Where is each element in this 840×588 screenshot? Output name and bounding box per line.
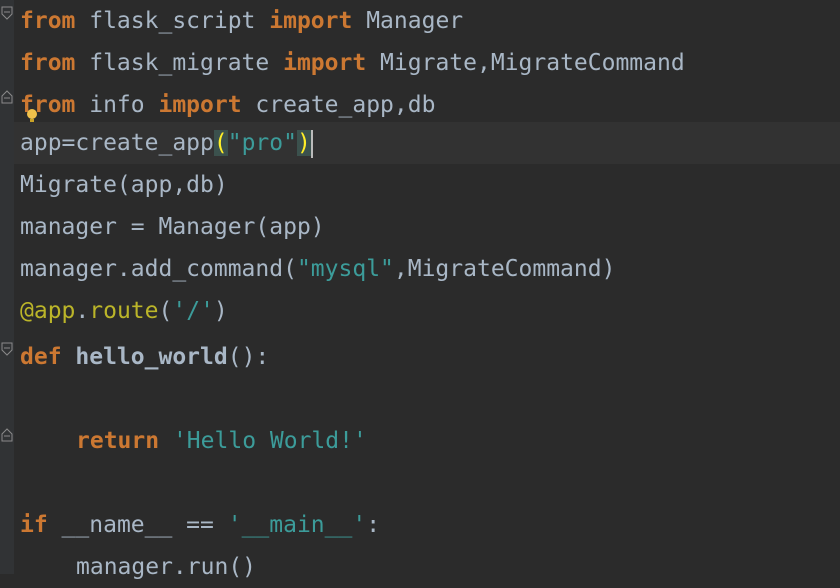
paren: ( [213, 130, 228, 156]
module-name: flask_script [75, 8, 270, 34]
paren: ( [158, 298, 173, 324]
keyword: import [158, 92, 242, 118]
dot: . [75, 298, 90, 324]
code-line-9[interactable]: def hello_world(): [20, 336, 269, 378]
code-line-11[interactable]: return 'Hello World!' [76, 420, 367, 462]
paren: ) [296, 130, 311, 156]
code-line-5[interactable]: Migrate(app,db) [20, 164, 228, 206]
function-signature: (): [227, 344, 270, 370]
code-line-14[interactable]: manager.run() [76, 546, 256, 588]
code-line-1[interactable]: from flask_script import Manager [20, 0, 463, 42]
paren: ) [213, 298, 228, 324]
code-line-4[interactable]: app=create_app("pro") [20, 122, 313, 164]
decorator-at: @ [20, 298, 34, 324]
keyword: return [76, 428, 160, 454]
module-name: info [75, 92, 159, 118]
keyword: def [20, 344, 62, 370]
code-line-3[interactable]: from info import create_app,db [20, 84, 435, 126]
string-literal: "pro" [227, 130, 297, 156]
keyword: import [283, 50, 367, 76]
keyword: from [20, 8, 76, 34]
string-literal: '/' [172, 298, 214, 324]
import-names: create_app,db [241, 92, 436, 118]
function-name: hello_world [61, 344, 228, 370]
code-line-13[interactable]: if __name__ == '__main__': [20, 504, 380, 546]
fold-icon[interactable] [1, 90, 13, 104]
text-caret [310, 129, 313, 158]
fold-icon[interactable] [1, 6, 13, 20]
import-names: Migrate,MigrateCommand [366, 50, 685, 76]
statement: Migrate(app,db) [20, 172, 228, 198]
statement: : [366, 512, 381, 538]
code-line-6[interactable]: manager = Manager(app) [20, 206, 325, 248]
code-line-7[interactable]: manager.add_command("mysql",MigrateComma… [20, 248, 615, 290]
decorator-name: route [89, 298, 159, 324]
string-literal: "mysql" [296, 256, 394, 282]
statement: manager = Manager(app) [20, 214, 325, 240]
statement: ,MigrateCommand) [393, 256, 616, 282]
statement: manager.add_command( [20, 256, 297, 282]
fold-icon[interactable] [1, 342, 13, 356]
keyword: from [20, 50, 76, 76]
import-names: Manager [352, 8, 464, 34]
string-literal: 'Hello World!' [172, 428, 367, 454]
editor-gutter [0, 0, 14, 574]
keyword: if [20, 512, 48, 538]
keyword: import [269, 8, 353, 34]
statement: manager.run() [76, 554, 257, 580]
code-line-8[interactable]: @app.route('/') [20, 290, 228, 332]
code-editor[interactable]: from flask_script import Manager from fl… [0, 0, 840, 580]
decorator-name: app [33, 298, 76, 324]
module-name: flask_migrate [75, 50, 284, 76]
statement: __name__ == [47, 512, 228, 538]
string-literal: '__main__' [227, 512, 367, 538]
statement: app=create_app [20, 130, 214, 156]
fold-icon[interactable] [1, 428, 13, 442]
code-line-2[interactable]: from flask_migrate import Migrate,Migrat… [20, 42, 685, 84]
